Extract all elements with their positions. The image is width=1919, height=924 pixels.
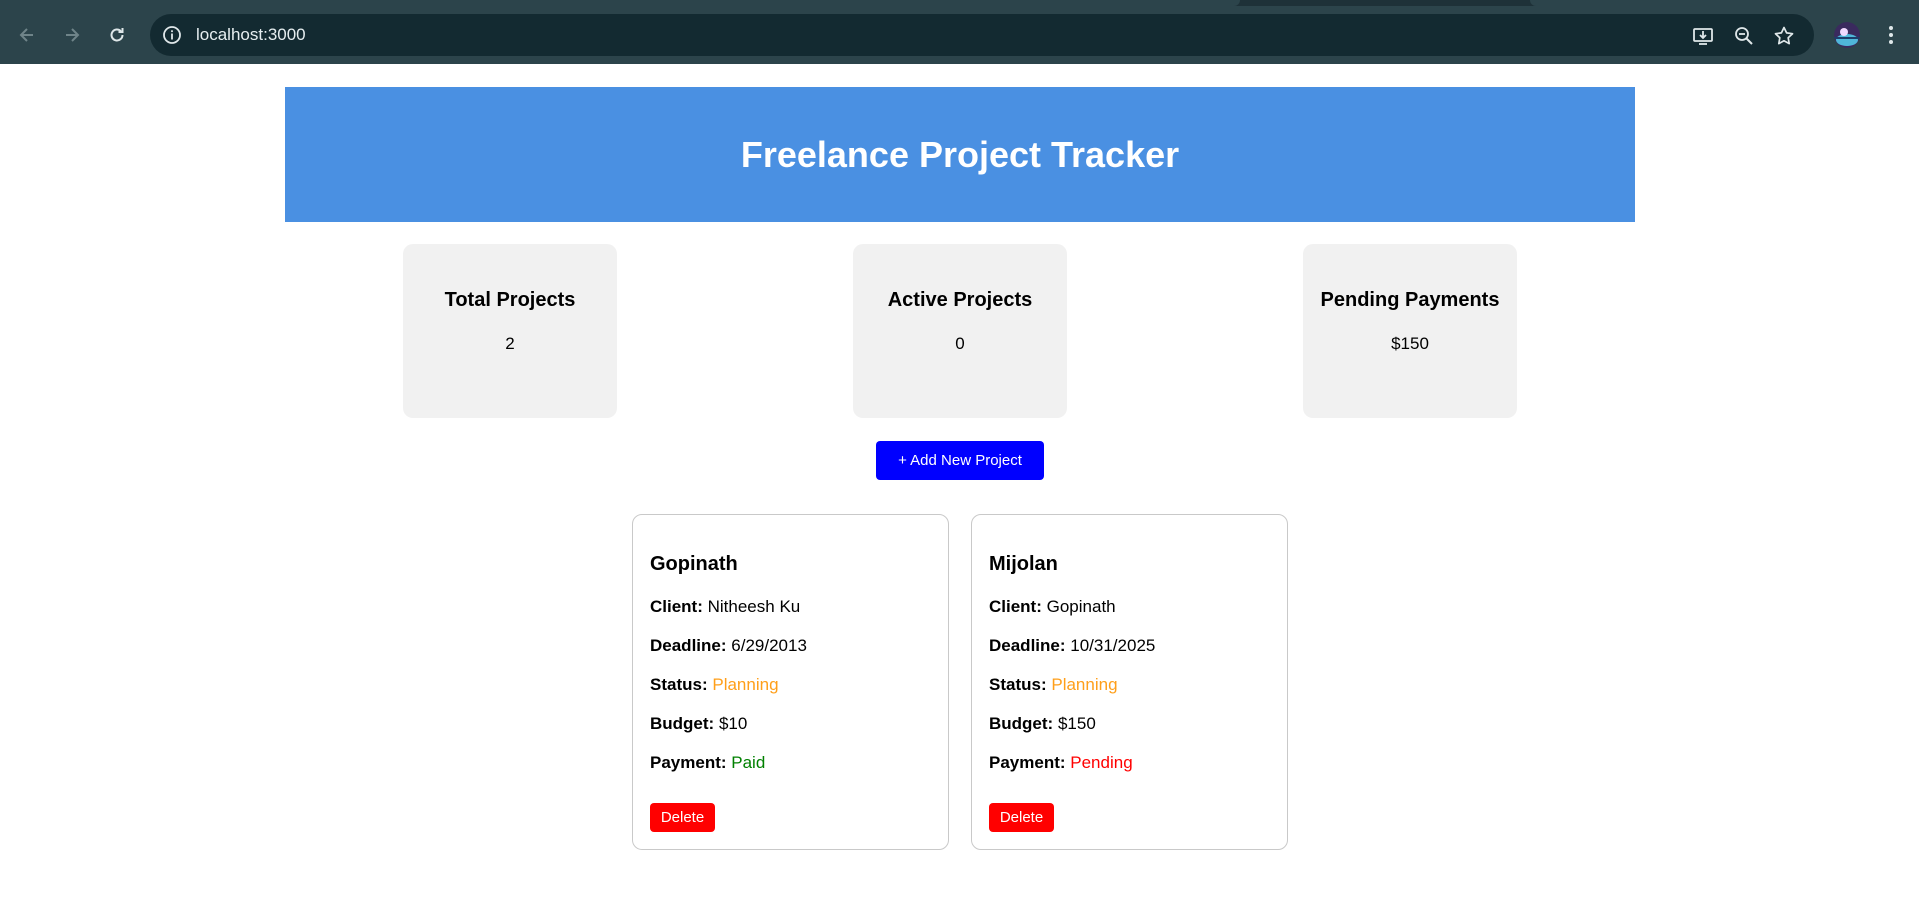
site-info-icon[interactable] — [162, 25, 182, 45]
project-name: Gopinath — [650, 553, 738, 575]
project-card: Mijolan Client: Gopinath Deadline: 10/31… — [971, 514, 1288, 850]
stat-value: 2 — [505, 334, 515, 353]
forward-arrow-icon — [66, 28, 80, 42]
zoom-icon[interactable] — [1733, 25, 1755, 47]
stat-value: $150 — [1391, 334, 1429, 353]
add-project-button[interactable]: + Add New Project — [876, 441, 1044, 480]
page-content: Freelance Project Tracker Total Projects… — [0, 64, 1919, 924]
client-row: Client: Gopinath — [989, 597, 1116, 616]
client-row: Client: Nitheesh Ku — [650, 597, 801, 616]
budget-row: Budget: $150 — [989, 714, 1096, 733]
deadline-row: Deadline: 10/31/2025 — [989, 636, 1156, 655]
deadline-value: 10/31/2025 — [1070, 636, 1156, 655]
budget-value: $150 — [1057, 714, 1096, 733]
stat-label: Pending Payments — [1320, 289, 1500, 311]
url-text[interactable]: localhost:3000 — [196, 25, 306, 45]
stat-card-active-projects: Active Projects 0 — [853, 244, 1067, 418]
stat-value: 0 — [955, 334, 965, 353]
deadline-row: Deadline: 6/29/2013 — [650, 636, 807, 655]
client-value: Gopinath — [1046, 597, 1116, 616]
stat-label: Total Projects — [444, 289, 576, 311]
payment-row: Payment: Paid — [650, 753, 766, 772]
bookmark-star-icon[interactable] — [1773, 25, 1795, 47]
budget-row: Budget: $10 — [650, 714, 748, 733]
payment-value: Paid — [731, 753, 766, 772]
status-value: Planning — [712, 675, 779, 694]
kebab-menu-icon — [1889, 26, 1893, 44]
status-value: Planning — [1051, 675, 1118, 694]
install-app-icon[interactable] — [1692, 25, 1714, 47]
page-title: Freelance Project Tracker — [740, 133, 1180, 175]
deadline-value: 6/29/2013 — [731, 636, 807, 655]
back-button[interactable] — [12, 20, 42, 50]
back-arrow-icon — [19, 28, 33, 42]
reload-icon — [110, 28, 124, 42]
payment-value: Pending — [1070, 753, 1133, 772]
stat-card-total-projects: Total Projects 2 — [403, 244, 617, 418]
budget-value: $10 — [718, 714, 748, 733]
delete-button[interactable]: Delete — [650, 803, 715, 832]
browser-menu-button[interactable] — [1878, 22, 1904, 48]
payment-row: Payment: Pending — [989, 753, 1133, 772]
stat-label: Active Projects — [887, 289, 1033, 311]
reload-button[interactable] — [102, 20, 132, 50]
address-bar[interactable]: localhost:3000 — [150, 14, 1814, 56]
client-value: Nitheesh Ku — [707, 597, 801, 616]
status-row: Status: Planning — [650, 675, 779, 694]
delete-button[interactable]: Delete — [989, 803, 1054, 832]
stat-card-pending-payments: Pending Payments $150 — [1303, 244, 1517, 418]
browser-toolbar: localhost:3000 — [0, 6, 1919, 64]
project-name: Mijolan — [989, 553, 1058, 575]
project-card: Gopinath Client: Nitheesh Ku Deadline: 6… — [632, 514, 949, 850]
app-header: Freelance Project Tracker — [285, 87, 1635, 222]
status-row: Status: Planning — [989, 675, 1118, 694]
profile-avatar[interactable] — [1834, 22, 1860, 48]
forward-button[interactable] — [57, 20, 87, 50]
